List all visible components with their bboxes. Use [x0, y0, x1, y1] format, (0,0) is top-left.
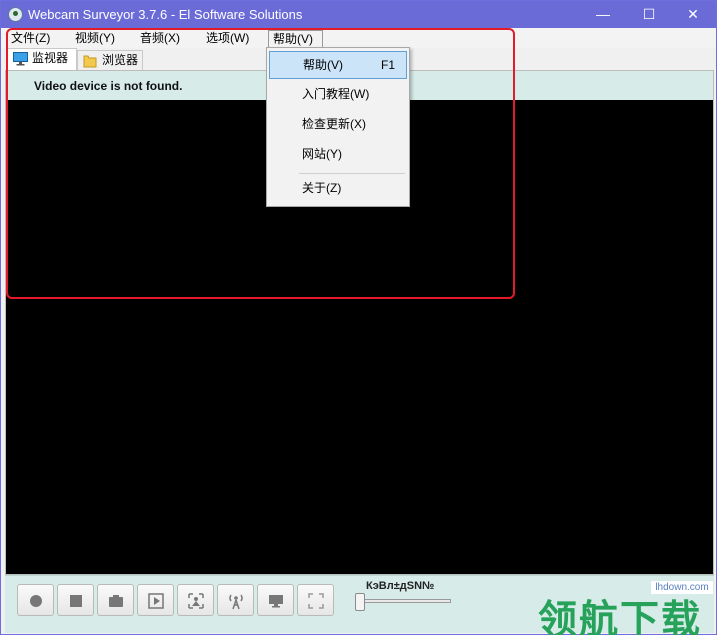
app-window: Webcam Surveyor 3.7.6 - El Software Solu…: [0, 0, 717, 635]
broadcast-icon: [229, 594, 243, 610]
stop-icon: [70, 595, 82, 607]
stop-button[interactable]: [57, 584, 94, 616]
slider-thumb[interactable]: [355, 593, 365, 611]
minimize-button[interactable]: —: [580, 1, 626, 28]
playback-icon: [148, 593, 164, 609]
playback-button[interactable]: [137, 584, 174, 616]
menu-item-check-updates[interactable]: 检查更新(X): [269, 111, 407, 139]
menu-item-website-label: 网站(Y): [302, 147, 342, 161]
slider-track[interactable]: [361, 599, 451, 603]
watermark-logo: 领航下载: [538, 598, 703, 635]
menu-item-tutorial[interactable]: 入门教程(W): [269, 81, 407, 109]
help-dropdown-menu: 帮助(V) F1 入门教程(W) 检查更新(X) 网站(Y) 关于(Z): [266, 47, 410, 207]
fullscreen-button[interactable]: [297, 584, 334, 616]
display-button[interactable]: [257, 584, 294, 616]
red-highlight-box: [6, 28, 515, 299]
display-icon: [269, 595, 283, 608]
maximize-button[interactable]: ☐: [626, 1, 672, 28]
motion-detect-button[interactable]: [177, 584, 214, 616]
menu-item-tutorial-label: 入门教程(W): [302, 87, 370, 101]
menu-item-check-updates-label: 检查更新(X): [302, 117, 366, 131]
close-button[interactable]: ✕: [670, 1, 716, 28]
slider-label: КэВл±дSN№: [366, 580, 435, 592]
fullscreen-icon: [308, 593, 324, 609]
menu-item-help-shortcut: F1: [381, 58, 396, 72]
snapshot-icon: [109, 595, 123, 607]
webcam-app-icon: [8, 7, 23, 22]
record-button[interactable]: [17, 584, 54, 616]
record-icon: [30, 595, 42, 607]
menu-item-about-label: 关于(Z): [302, 181, 342, 195]
menu-item-website[interactable]: 网站(Y): [269, 141, 407, 169]
snapshot-button[interactable]: [97, 584, 134, 616]
window-title: Webcam Surveyor 3.7.6 - El Software Solu…: [28, 7, 303, 22]
menu-item-about[interactable]: 关于(Z): [269, 175, 407, 203]
menu-item-help-label: 帮助(V): [303, 58, 343, 72]
motion-detect-icon: [188, 593, 204, 609]
menu-item-help[interactable]: 帮助(V) F1: [269, 51, 407, 79]
broadcast-button[interactable]: [217, 584, 254, 616]
title-bar[interactable]: Webcam Surveyor 3.7.6 - El Software Solu…: [1, 1, 716, 28]
menu-separator: [299, 173, 405, 174]
